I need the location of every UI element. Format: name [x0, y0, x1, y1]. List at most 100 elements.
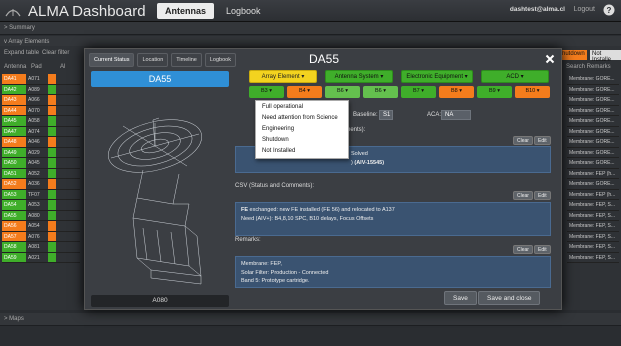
- remarks-edit-button[interactable]: Edit: [534, 245, 551, 254]
- pad-cell: A046: [28, 139, 40, 145]
- aca-field[interactable]: NA: [441, 110, 471, 120]
- array-element-button[interactable]: Array Element ▾: [249, 70, 317, 83]
- table-row[interactable]: DA42 A089: [2, 84, 80, 95]
- antenna-cell[interactable]: DA50: [2, 158, 26, 168]
- remarks-cell: Membrane: FEP, S...: [567, 211, 619, 221]
- tab-logbook[interactable]: Logbook: [218, 3, 269, 19]
- save-and-close-button[interactable]: Save and close: [478, 291, 541, 305]
- antenna-cell[interactable]: DA45: [2, 116, 26, 126]
- csv-text[interactable]: FE exchanged: new FE installed (FE 56) a…: [235, 202, 551, 236]
- status-cell: [48, 179, 56, 189]
- remarks-text[interactable]: Membrane: FEP, Solar Filter: Production …: [235, 256, 551, 288]
- baseline-label: Baseline:: [353, 112, 378, 118]
- electronic-equipment-button[interactable]: Electronic Equipment ▾: [401, 70, 473, 83]
- pad-label: A080: [91, 295, 229, 307]
- band-b9-button[interactable]: B9 ▾: [477, 86, 512, 98]
- dropdown-option-shutdown[interactable]: Shutdown: [256, 136, 348, 147]
- logout-link[interactable]: Logout: [574, 6, 595, 13]
- remarks-cell: Membrane: FEP, S...: [567, 253, 619, 263]
- band-b7-button[interactable]: B7 ▾: [401, 86, 436, 98]
- search-remarks-input[interactable]: Search Remarks: [566, 64, 611, 74]
- baseline-field[interactable]: S1: [379, 110, 393, 120]
- csv-line-1-rest: exchanged: new FE installed (FE 56) and …: [248, 207, 395, 213]
- remarks-cell: Membrane: FEP, S...: [567, 221, 619, 232]
- close-icon[interactable]: [545, 54, 555, 64]
- antenna-system-button[interactable]: Antenna System ▾: [325, 70, 393, 83]
- save-button[interactable]: Save: [444, 291, 477, 305]
- antenna-cell[interactable]: DA53: [2, 189, 26, 199]
- aca-label: ACA:: [427, 112, 442, 118]
- remarks-clear-button[interactable]: Clear: [513, 245, 533, 254]
- dropdown-option-engineering[interactable]: Engineering: [256, 125, 348, 136]
- antenna-cell[interactable]: DA55: [2, 210, 26, 220]
- help-icon[interactable]: ?: [603, 4, 615, 16]
- antenna-cell[interactable]: DA56: [2, 221, 26, 231]
- remarks-line: Solar Filter: Production - Connected: [241, 269, 329, 276]
- table-row[interactable]: DA56 A054: [2, 221, 80, 232]
- dropdown-option-need-attention[interactable]: Need attention from Science: [256, 114, 348, 125]
- antenna-cell[interactable]: DA44: [2, 105, 26, 115]
- status-cell: [48, 210, 56, 220]
- table-row[interactable]: DA59 A021: [2, 252, 80, 263]
- table-row[interactable]: DA51 A052: [2, 168, 80, 179]
- status-cell: [48, 126, 56, 136]
- dropdown-option-not-installed[interactable]: Not Installed: [256, 147, 348, 158]
- summary-section[interactable]: > Summary: [0, 22, 621, 35]
- antenna-cell[interactable]: DA57: [2, 231, 26, 241]
- table-row[interactable]: DA54 A053: [2, 200, 80, 211]
- csv-clear-button[interactable]: Clear: [513, 191, 533, 200]
- pad-cell: A029: [28, 149, 40, 156]
- antenna-cell[interactable]: DA59: [2, 252, 26, 262]
- table-row[interactable]: DA55 A080: [2, 210, 80, 221]
- table-row[interactable]: DA57 A076: [2, 231, 80, 242]
- band-b8-button[interactable]: B8 ▾: [439, 86, 474, 98]
- band-b4-button[interactable]: B4 ▾: [287, 86, 322, 98]
- status-clear-button[interactable]: Clear: [513, 136, 533, 145]
- status-edit-button[interactable]: Edit: [534, 136, 551, 145]
- clear-filter-button[interactable]: Clear filter: [42, 50, 69, 60]
- status-cell: [48, 200, 56, 210]
- status-cell: [48, 105, 56, 115]
- table-row[interactable]: DA47 A074: [2, 126, 80, 137]
- band-b10-button[interactable]: B10 ▾: [515, 86, 550, 98]
- remarks-cell: Membrane: GORE...: [567, 137, 619, 148]
- band-b6-button[interactable]: B6 ▾: [363, 86, 398, 98]
- antenna-cell[interactable]: DA42: [2, 84, 26, 94]
- table-row[interactable]: DA41 A071: [2, 74, 80, 85]
- remarks-cell: Membrane: GORE...: [567, 85, 619, 95]
- expand-table-button[interactable]: Expand table: [4, 50, 39, 60]
- dropdown-option-full-operational[interactable]: Full operational: [256, 103, 348, 114]
- pad-cell: A053: [28, 202, 40, 208]
- table-row[interactable]: DA50 A045: [2, 158, 80, 169]
- antenna-name-header: DA55: [91, 71, 229, 87]
- antenna-cell[interactable]: DA51: [2, 168, 26, 178]
- antenna-cell[interactable]: DA49: [2, 147, 26, 157]
- table-row[interactable]: DA44 A070: [2, 105, 80, 116]
- table-row[interactable]: DA48 A046: [2, 137, 80, 148]
- col-extra-header[interactable]: Al: [60, 64, 65, 74]
- table-row[interactable]: DA45 A058: [2, 116, 80, 127]
- table-row[interactable]: DA43 A066: [2, 95, 80, 106]
- col-antenna-header[interactable]: Antenna: [4, 64, 26, 74]
- app-title: ALMA Dashboard: [28, 3, 146, 20]
- antenna-cell[interactable]: DA58: [2, 242, 26, 252]
- table-row[interactable]: DA53 TF07: [2, 189, 80, 200]
- band-b5-button[interactable]: B6 ▾: [325, 86, 360, 98]
- acd-button[interactable]: ACD ▾: [481, 70, 549, 83]
- table-row[interactable]: DA58 A081: [2, 242, 80, 253]
- antenna-cell[interactable]: DA54: [2, 200, 26, 210]
- remarks-cell: Membrane: GORE...: [567, 127, 619, 137]
- band-b3-button[interactable]: B3 ▾: [249, 86, 284, 98]
- antenna-cell[interactable]: DA52: [2, 179, 26, 189]
- antenna-cell[interactable]: DA41: [2, 74, 26, 84]
- tab-antennas[interactable]: Antennas: [157, 3, 215, 19]
- csv-edit-button[interactable]: Edit: [534, 191, 551, 200]
- antenna-cell[interactable]: DA48: [2, 137, 26, 147]
- antenna-cell[interactable]: DA43: [2, 95, 26, 105]
- col-pad-header[interactable]: Pad: [31, 64, 42, 74]
- remarks-line: Membrane: FEP,: [241, 261, 282, 267]
- antenna-cell[interactable]: DA47: [2, 126, 26, 136]
- table-row[interactable]: DA49 A029: [2, 147, 80, 158]
- table-row[interactable]: DA52 A036: [2, 179, 80, 190]
- remarks-cell: Membrane: GORE...: [567, 95, 619, 106]
